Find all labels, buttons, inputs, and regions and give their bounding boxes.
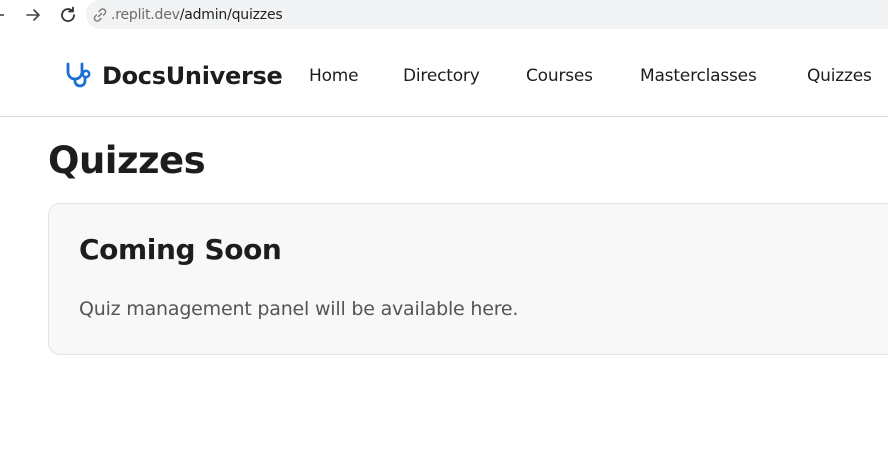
- arrow-right-icon: [24, 6, 42, 24]
- nav-link-courses[interactable]: Courses: [526, 66, 593, 86]
- card-title: Coming Soon: [79, 233, 282, 266]
- url-text: .replit.dev/admin/quizzes: [111, 6, 283, 23]
- url-path: /admin/quizzes: [179, 6, 283, 23]
- reload-button[interactable]: [56, 3, 80, 27]
- nav-link-home[interactable]: Home: [309, 66, 359, 86]
- stethoscope-icon: [63, 61, 93, 91]
- site-header: DocsUniverse Home Directory Courses Mast…: [0, 37, 888, 117]
- brand-name: DocsUniverse: [102, 62, 283, 90]
- address-bar[interactable]: .replit.dev/admin/quizzes: [86, 0, 888, 29]
- forward-button[interactable]: [22, 3, 44, 27]
- arrow-left-icon: [0, 8, 10, 22]
- link-icon: [92, 7, 108, 23]
- coming-soon-card: Coming Soon Quiz management panel will b…: [48, 203, 888, 355]
- reload-icon: [58, 5, 78, 25]
- nav-link-quizzes[interactable]: Quizzes: [807, 66, 872, 86]
- brand-logo-link[interactable]: DocsUniverse: [63, 61, 283, 91]
- url-host: .replit.dev: [111, 6, 180, 23]
- browser-toolbar: .replit.dev/admin/quizzes: [0, 0, 888, 30]
- nav-link-masterclasses[interactable]: Masterclasses: [640, 66, 757, 86]
- card-description: Quiz management panel will be available …: [79, 298, 519, 320]
- back-button[interactable]: [0, 3, 10, 27]
- nav-link-directory[interactable]: Directory: [403, 66, 480, 86]
- page-title: Quizzes: [48, 139, 206, 182]
